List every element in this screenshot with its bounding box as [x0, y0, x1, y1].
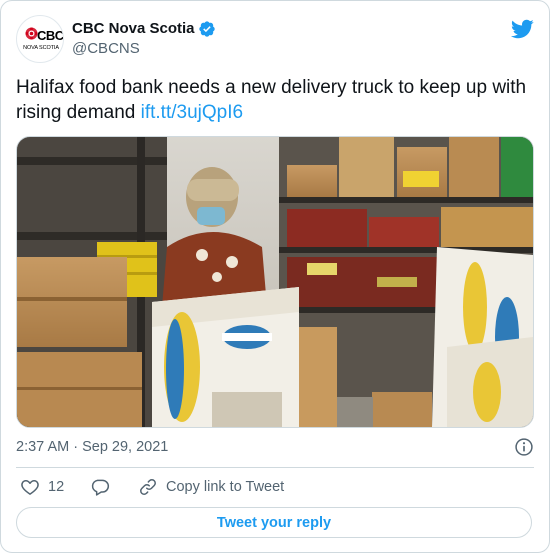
avatar-region-text: NOVA SCOTIA [23, 45, 59, 51]
verified-badge-icon [198, 21, 215, 37]
tweet-header: CBC NOVA SCOTIA CBC Nova Scotia @CBCNS [16, 15, 534, 63]
timestamp-time: 2:37 AM [16, 439, 70, 455]
author-handle[interactable]: @CBCNS [72, 39, 216, 59]
author-display-name[interactable]: CBC Nova Scotia [72, 19, 216, 39]
tweet-actions: 12 Copy link to Tweet [16, 476, 534, 498]
info-icon[interactable] [514, 437, 534, 457]
link-icon [140, 479, 156, 495]
like-count: 12 [48, 479, 65, 495]
tweet-embed-card: CBC NOVA SCOTIA CBC Nova Scotia @CBCNS H… [0, 0, 550, 553]
copy-link-label: Copy link to Tweet [166, 479, 285, 495]
copy-link-action[interactable]: Copy link to Tweet [138, 476, 284, 498]
timestamp-date: Sep 29, 2021 [82, 439, 169, 455]
divider [16, 467, 534, 468]
photo-food-bank-warehouse [17, 137, 533, 427]
tweet-text: Halifax food bank needs a new delivery t… [16, 75, 536, 125]
avatar[interactable]: CBC NOVA SCOTIA [16, 15, 64, 63]
tweet-body: Halifax food bank needs a new delivery t… [16, 77, 527, 123]
tweet-link[interactable]: ift.tt/3ujQpI6 [141, 102, 243, 123]
timestamp-separator: · [69, 439, 83, 455]
reply-action[interactable] [90, 476, 110, 498]
tweet-timestamp[interactable]: 2:37 AM · Sep 29, 2021 [16, 437, 534, 457]
tweet-media-photo[interactable] [16, 136, 534, 428]
heart-icon [21, 480, 39, 495]
like-action[interactable]: 12 [20, 476, 64, 498]
avatar-brand-text: CBC [37, 28, 64, 43]
author-names: CBC Nova Scotia @CBCNS [72, 19, 216, 59]
twitter-bird-icon[interactable] [510, 17, 534, 41]
tweet-your-reply-button[interactable]: Tweet your reply [16, 507, 532, 538]
speech-bubble-icon [91, 479, 110, 496]
display-name-text: CBC Nova Scotia [72, 20, 195, 37]
